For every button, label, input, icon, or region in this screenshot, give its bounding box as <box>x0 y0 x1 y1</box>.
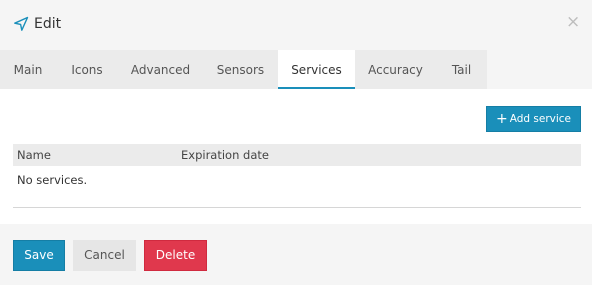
cancel-button[interactable]: Cancel <box>73 240 136 271</box>
dialog-title: Edit <box>34 16 62 32</box>
add-service-label: Add service <box>509 113 571 125</box>
table-bottom-divider <box>13 207 581 208</box>
edit-dialog: Edit × Main Icons Advanced Sensors Servi… <box>0 0 592 285</box>
tab-tail[interactable]: Tail <box>436 50 487 89</box>
add-service-button[interactable]: + Add service <box>486 106 581 132</box>
tab-services[interactable]: Services <box>278 50 355 89</box>
navigation-arrow-icon <box>13 16 29 32</box>
plus-icon: + <box>495 111 508 127</box>
tab-sensors[interactable]: Sensors <box>203 50 278 89</box>
column-header-name: Name <box>17 148 51 162</box>
tab-bar: Main Icons Advanced Sensors Services Acc… <box>0 50 487 89</box>
close-button[interactable]: × <box>566 13 580 31</box>
services-panel: + Add service Name Expiration date No ser… <box>0 89 592 224</box>
column-header-expiration-date: Expiration date <box>181 148 269 162</box>
tab-main[interactable]: Main <box>0 50 56 89</box>
close-icon[interactable]: × <box>566 12 580 32</box>
delete-button[interactable]: Delete <box>144 240 207 271</box>
tab-icons[interactable]: Icons <box>56 50 118 89</box>
services-table-header: Name Expiration date <box>13 144 581 166</box>
tab-advanced[interactable]: Advanced <box>118 50 203 89</box>
dialog-header: Edit × <box>0 0 592 50</box>
save-button[interactable]: Save <box>13 240 65 271</box>
dialog-title-group: Edit <box>13 14 61 34</box>
empty-services-message: No services. <box>17 173 88 187</box>
tab-accuracy[interactable]: Accuracy <box>355 50 436 89</box>
